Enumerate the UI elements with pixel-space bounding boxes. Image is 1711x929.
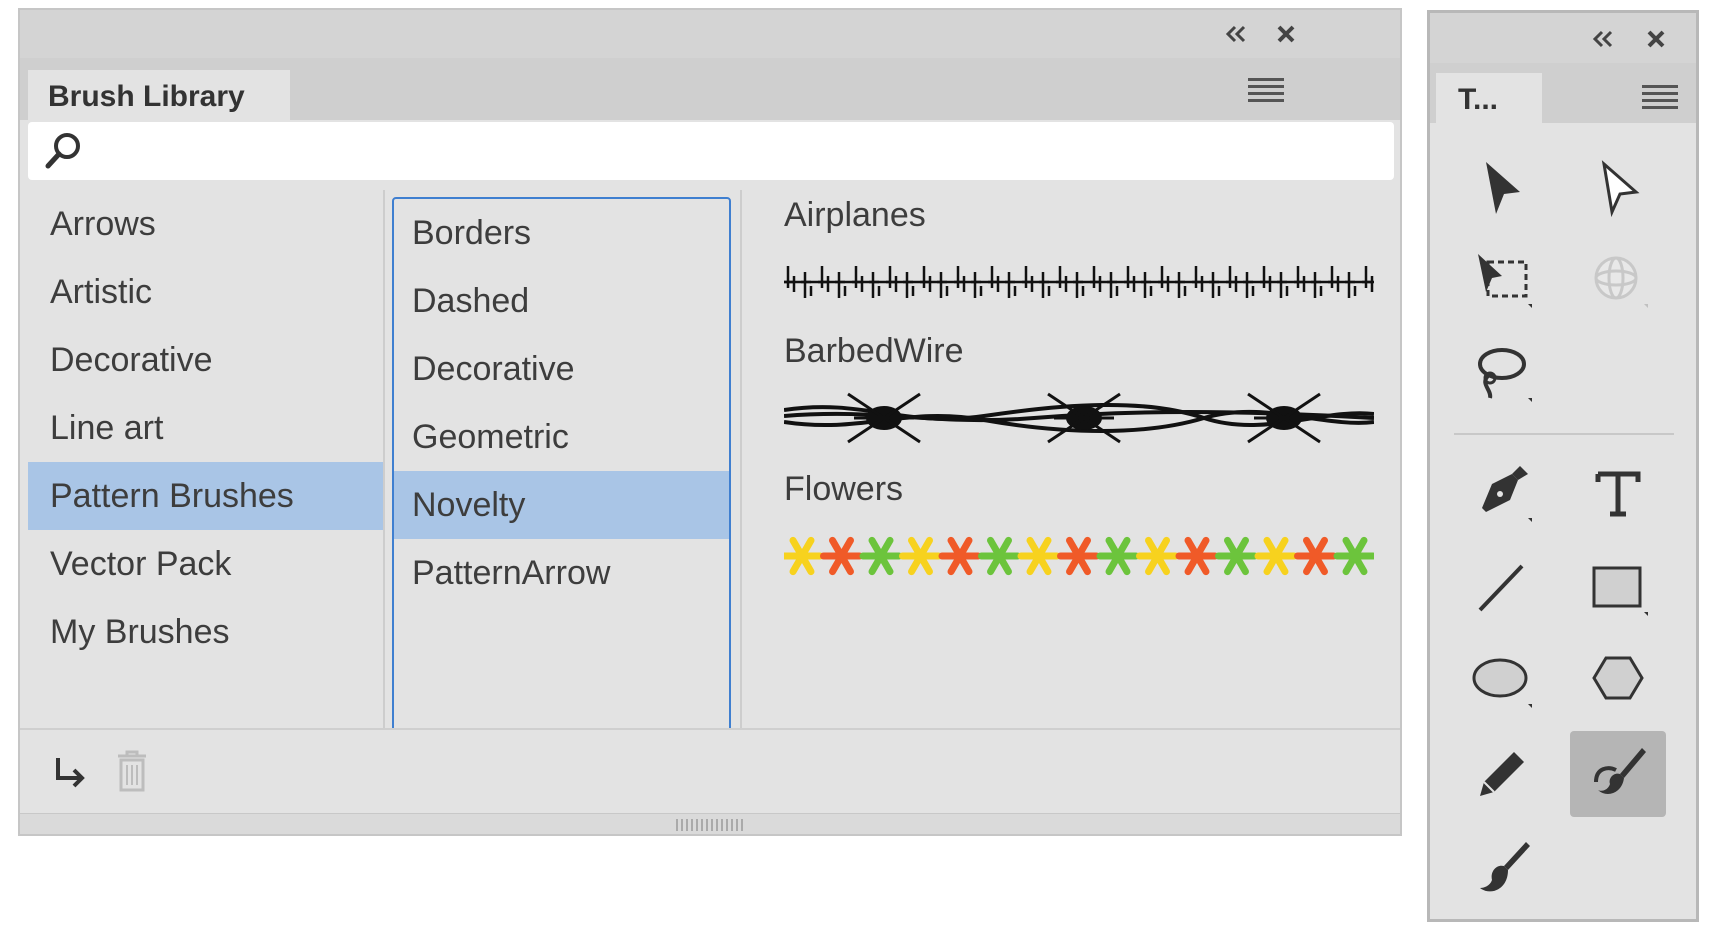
brush-name: BarbedWire	[784, 332, 964, 370]
list-item[interactable]: Dashed	[394, 267, 729, 335]
list-item[interactable]: Arrows	[28, 190, 383, 258]
3d-sphere-icon	[1594, 256, 1648, 308]
selection-arrow-icon	[1486, 162, 1520, 214]
rectangle-icon	[1592, 566, 1648, 616]
paintbrush-icon	[1480, 842, 1530, 892]
paintbrush-tool[interactable]	[1570, 731, 1666, 817]
search-icon	[45, 133, 80, 169]
3d-rotate-tool[interactable]	[1570, 237, 1666, 323]
rectangle-tool[interactable]	[1570, 545, 1666, 631]
brush-name: Airplanes	[784, 196, 926, 234]
list-item-selected[interactable]: Novelty	[394, 471, 729, 539]
brush-name: Flowers	[784, 470, 904, 508]
list-item-label: Decorative	[50, 340, 213, 379]
free-transform-icon	[1478, 254, 1532, 308]
blob-brush-icon	[1594, 748, 1646, 794]
list-item[interactable]: Decorative	[394, 335, 729, 403]
list-item[interactable]: Vector Pack	[28, 530, 383, 598]
category-list: Arrows Artistic Decorative Line art Patt…	[28, 190, 383, 730]
direct-selection-arrow-icon	[1601, 160, 1640, 218]
column-divider[interactable]	[383, 190, 385, 735]
ellipse-tool[interactable]	[1454, 637, 1550, 723]
list-item-label: Line art	[50, 408, 164, 447]
search-input[interactable]	[90, 130, 1384, 174]
tools-tab-row: T...	[1430, 63, 1696, 127]
close-icon[interactable]	[1268, 16, 1304, 52]
selection-tool[interactable]	[1454, 145, 1550, 231]
list-item[interactable]: My Brushes	[28, 598, 383, 666]
list-item-label: Geometric	[412, 417, 569, 456]
subcategory-list: Borders Dashed Decorative Geometric Nove…	[392, 197, 731, 734]
list-item-label: Dashed	[412, 281, 530, 320]
blob-brush-tool[interactable]	[1454, 825, 1550, 911]
hexagon-icon	[1592, 656, 1644, 700]
list-item[interactable]: Borders	[394, 199, 729, 267]
flowers-brush-stroke[interactable]	[784, 526, 1374, 586]
tools-separator	[1454, 433, 1674, 435]
tab-label: Brush Library	[48, 80, 245, 113]
pencil-tool[interactable]	[1454, 731, 1550, 817]
list-item-label: Decorative	[412, 349, 575, 388]
tab-brush-library[interactable]: Brush Library	[28, 70, 290, 124]
pencil-icon	[1480, 752, 1524, 796]
panel-tab-row: Brush Library	[20, 58, 1400, 124]
list-item-selected[interactable]: Pattern Brushes	[28, 462, 383, 530]
list-item-label: Pattern Brushes	[50, 476, 294, 515]
panel-menu-icon[interactable]	[1642, 85, 1678, 111]
collapse-icon[interactable]	[1218, 16, 1254, 52]
list-item-label: Vector Pack	[50, 544, 232, 583]
tab-tools[interactable]: T...	[1436, 73, 1542, 127]
import-brush-icon[interactable]	[50, 754, 90, 794]
lasso-tool[interactable]	[1454, 331, 1550, 417]
tools-panel: T...	[1427, 10, 1699, 922]
brush-library-panel: Brush Library Arrows Artistic Decorative…	[18, 8, 1402, 836]
barbedwire-brush-stroke[interactable]	[784, 388, 1374, 448]
panel-titlebar[interactable]	[20, 10, 1400, 59]
brush-preview-list: Airplanes BarbedWire Flowers	[740, 190, 1385, 730]
lasso-icon	[1478, 348, 1532, 402]
list-item-label: My Brushes	[50, 612, 230, 651]
list-item-label: Artistic	[50, 272, 152, 311]
close-icon[interactable]	[1646, 29, 1666, 49]
line-tool[interactable]	[1454, 545, 1550, 631]
free-transform-tool[interactable]	[1454, 237, 1550, 323]
ellipse-icon	[1472, 658, 1532, 708]
search-field	[28, 122, 1394, 180]
panel-footer	[20, 728, 1400, 820]
grip-icon	[676, 819, 743, 831]
list-item[interactable]: Geometric	[394, 403, 729, 471]
list-item[interactable]: Line art	[28, 394, 383, 462]
direct-selection-tool[interactable]	[1570, 145, 1666, 231]
list-item-label: Novelty	[412, 485, 526, 524]
pen-tool[interactable]	[1454, 451, 1550, 537]
list-item-label: Arrows	[50, 204, 156, 243]
collapse-icon[interactable]	[1590, 29, 1616, 49]
tools-titlebar[interactable]	[1430, 13, 1696, 63]
type-t-icon	[1595, 471, 1641, 517]
list-item-label: PatternArrow	[412, 553, 611, 592]
tab-label: T...	[1458, 83, 1499, 116]
airplanes-brush-stroke[interactable]	[784, 252, 1374, 312]
list-item-label: Borders	[412, 213, 532, 252]
pen-nib-icon	[1482, 466, 1532, 522]
trash-icon[interactable]	[112, 748, 152, 794]
type-tool[interactable]	[1570, 451, 1666, 537]
list-item[interactable]: PatternArrow	[394, 539, 729, 607]
line-segment-icon	[1478, 564, 1524, 612]
panel-menu-icon[interactable]	[1248, 78, 1284, 104]
list-item[interactable]: Decorative	[28, 326, 383, 394]
resize-grip[interactable]	[20, 813, 1400, 834]
list-item[interactable]: Artistic	[28, 258, 383, 326]
polygon-tool[interactable]	[1570, 637, 1666, 723]
